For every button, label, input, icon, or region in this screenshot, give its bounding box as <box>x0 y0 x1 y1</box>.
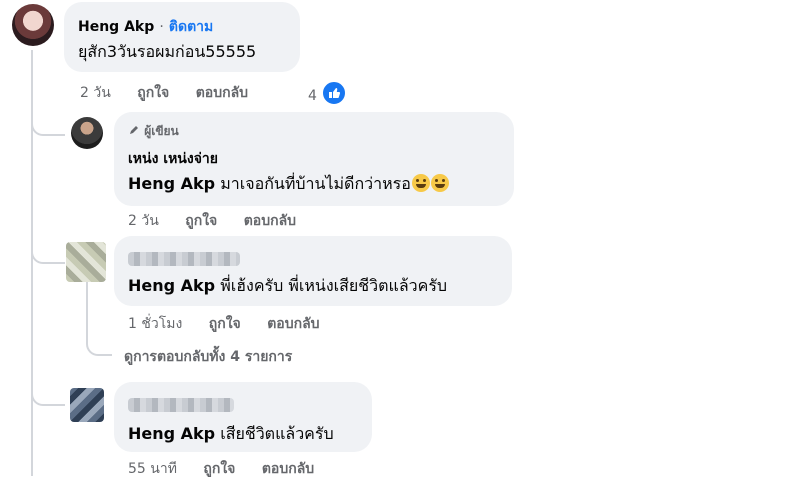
mention-link[interactable]: Heng Akp <box>128 276 215 295</box>
grinning-emoji <box>430 174 449 192</box>
mention-link[interactable]: Heng Akp <box>128 424 215 443</box>
comment-text: Heng Akp มาเจอกันที่บ้านไม่ดีกว่าหรอ <box>128 172 449 197</box>
comment-timestamp[interactable]: 1 ชั่วโมง <box>128 316 182 332</box>
comment-bubble-top: Heng Akp · ติดตาม ยุสัก3วันรอผมก่อน55555 <box>64 2 300 72</box>
comment-bubble-reply-1: ผู้เขียน เหน่ง เหน่งจ่าย Heng Akp มาเจอก… <box>114 112 514 206</box>
follow-link[interactable]: ติดตาม <box>169 19 213 35</box>
reply-button[interactable]: ตอบกลับ <box>267 316 319 332</box>
comment-bubble-reply-2: Heng Akp พี่เฮ้งครับ พี่เหน่งเสียชีวิตแล… <box>114 236 512 306</box>
reply-button[interactable]: ตอบกลับ <box>244 213 296 229</box>
thread-connector-2 <box>31 240 65 264</box>
reaction-count: 4 <box>308 88 317 104</box>
comment-actions-reply-3: 55 นาที ถูกใจ ตอบกลับ <box>128 458 336 480</box>
comment-actions-reply-2: 1 ชั่วโมง ถูกใจ ตอบกลับ <box>128 313 342 335</box>
comment-actions-reply-1: 2 วัน ถูกใจ ตอบกลับ <box>128 210 318 232</box>
thumbs-up-icon <box>321 80 348 106</box>
view-more-replies-link[interactable]: ดูการตอบกลับทั้ง 4 รายการ <box>124 346 292 368</box>
grinning-emoji <box>411 174 430 192</box>
like-button[interactable]: ถูกใจ <box>137 85 169 101</box>
comment-bubble-reply-3: Heng Akp เสียชีวิตแล้วครับ <box>114 382 372 452</box>
avatar[interactable] <box>70 388 104 422</box>
comment-actions-top: 2 วัน ถูกใจ ตอบกลับ <box>80 82 270 104</box>
like-button[interactable]: ถูกใจ <box>209 316 241 332</box>
blurred-author-name <box>128 398 234 412</box>
reply-button[interactable]: ตอบกลับ <box>196 85 248 101</box>
like-button[interactable]: ถูกใจ <box>185 213 217 229</box>
blurred-author-name <box>128 252 240 266</box>
comment-author[interactable]: เหน่ง เหน่งจ่าย <box>128 148 218 170</box>
mention-link[interactable]: Heng Akp <box>128 174 215 193</box>
like-button[interactable]: ถูกใจ <box>203 461 235 477</box>
author-badge: ผู้เขียน <box>144 124 179 138</box>
comment-author[interactable]: Heng Akp <box>78 19 154 35</box>
comment-text: Heng Akp เสียชีวิตแล้วครับ <box>128 424 334 443</box>
avatar[interactable] <box>12 4 54 46</box>
comment-timestamp[interactable]: 55 นาที <box>128 461 177 477</box>
comment-timestamp[interactable]: 2 วัน <box>80 85 111 101</box>
thread-connector-view-more <box>86 330 112 356</box>
reaction-summary[interactable]: 4 <box>308 80 348 106</box>
thread-connector-1 <box>31 110 65 136</box>
pencil-icon <box>128 124 140 136</box>
comment-text: Heng Akp พี่เฮ้งครับ พี่เหน่งเสียชีวิตแล… <box>128 276 448 295</box>
separator: · <box>159 19 164 35</box>
reply-button[interactable]: ตอบกลับ <box>262 461 314 477</box>
comment-text: ยุสัก3วันรอผมก่อน55555 <box>78 42 257 61</box>
avatar[interactable] <box>71 117 103 149</box>
comment-timestamp[interactable]: 2 วัน <box>128 213 159 229</box>
thread-connector-3 <box>31 382 65 406</box>
thread-line-sub <box>86 282 88 332</box>
avatar[interactable] <box>66 242 106 282</box>
